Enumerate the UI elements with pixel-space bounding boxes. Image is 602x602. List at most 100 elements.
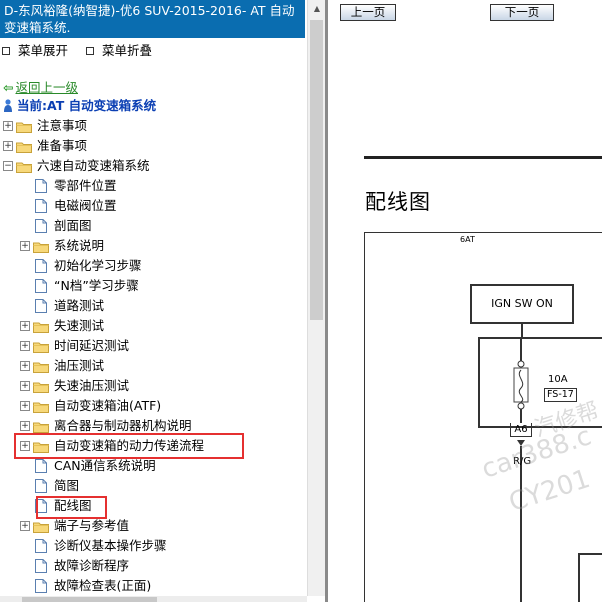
tree-folder-item[interactable]: + 油压测试	[0, 357, 300, 375]
tree-item-label[interactable]: 系统说明	[54, 237, 104, 255]
person-icon	[4, 99, 12, 112]
tree-folder-item[interactable]: + 自动变速箱油(ATF)	[0, 397, 300, 415]
scrollbar-thumb[interactable]	[310, 20, 323, 320]
tree-page-item[interactable]: CAN通信系统说明	[0, 457, 300, 475]
back-arrow-icon: ⇦	[3, 80, 14, 95]
tree-page-item[interactable]: 故障诊断程序	[0, 557, 300, 575]
folder-icon	[33, 400, 49, 413]
expand-icon[interactable]: +	[20, 381, 30, 391]
back-link-label[interactable]: 返回上一级	[15, 80, 78, 95]
tree-item-label[interactable]: 时间延迟测试	[54, 337, 129, 355]
tree-item-label[interactable]: 诊断仪基本操作步骤	[54, 537, 167, 555]
page-icon	[35, 539, 47, 553]
tree-item-label[interactable]: 注意事项	[37, 117, 87, 135]
horizontal-scrollbar[interactable]	[0, 596, 307, 602]
wire	[520, 409, 522, 423]
ign-switch-box: IGN SW ON	[470, 284, 574, 324]
page-icon	[35, 579, 47, 593]
section-rule	[364, 156, 602, 159]
folder-icon	[33, 360, 49, 373]
scroll-up-icon[interactable]: ▲	[308, 0, 326, 17]
page-icon	[35, 219, 47, 233]
tree-folder-item[interactable]: + 端子与参考值	[0, 517, 300, 535]
window-title: D-东风裕隆(纳智捷)-优6 SUV-2015-2016- AT 自动变速箱系统…	[0, 0, 305, 38]
page-icon	[35, 559, 47, 573]
expand-icon[interactable]: +	[20, 421, 30, 431]
tree-item-label[interactable]: 零部件位置	[54, 177, 117, 195]
fuse-icon	[513, 360, 529, 410]
menu-collapse-button[interactable]: 菜单折叠	[102, 43, 152, 58]
tree-item-label[interactable]: 故障诊断程序	[54, 557, 129, 575]
tree-item-label[interactable]: 六速自动变速箱系统	[37, 157, 150, 175]
tree-item-label[interactable]: 故障检查表(正面)	[54, 577, 151, 595]
expand-icon[interactable]: +	[20, 401, 30, 411]
highlight-box	[14, 433, 244, 459]
page-icon	[35, 259, 47, 273]
tree-page-item[interactable]: 初始化学习步骤	[0, 257, 300, 275]
tree-item-label[interactable]: 失速测试	[54, 317, 104, 335]
tree-item-label[interactable]: 失速油压测试	[54, 377, 129, 395]
back-link[interactable]: ⇦ 返回上一级	[3, 80, 78, 96]
menu-expand-button[interactable]: 菜单展开	[18, 43, 68, 58]
tree-item-label[interactable]: 电磁阀位置	[54, 197, 117, 215]
page-icon	[35, 299, 47, 313]
tree-page-item[interactable]: “N档”学习步骤	[0, 277, 300, 295]
expand-icon[interactable]: +	[20, 521, 30, 531]
fuse-rating: 10A	[548, 374, 568, 385]
tree-item-label[interactable]: CAN通信系统说明	[54, 457, 156, 475]
page-icon	[35, 459, 47, 473]
scrollbar-thumb[interactable]	[22, 597, 157, 602]
tree-page-item[interactable]: 简图	[0, 477, 300, 495]
tree-item-label[interactable]: 简图	[54, 477, 79, 495]
current-location-label: 当前:AT 自动变速箱系统	[17, 98, 157, 113]
expand-icon[interactable]: +	[3, 121, 13, 131]
vertical-scrollbar[interactable]: ▲	[307, 0, 326, 596]
document-pane: 上一页 下一页 配线图 6AT IGN SW ON 10A FS-17 A6 R…	[328, 0, 602, 602]
expand-icon[interactable]: +	[20, 321, 30, 331]
tree-page-item[interactable]: 零部件位置	[0, 177, 300, 195]
tree-item-label[interactable]: 道路测试	[54, 297, 104, 315]
tree-page-item[interactable]: 故障检查表(正面)	[0, 577, 300, 595]
tree-folder-item[interactable]: + 时间延迟测试	[0, 337, 300, 355]
tree-folder-item[interactable]: + 系统说明	[0, 237, 300, 255]
page-icon	[35, 479, 47, 493]
tree-item-label[interactable]: “N档”学习步骤	[54, 277, 139, 295]
tree-page-item[interactable]: 道路测试	[0, 297, 300, 315]
folder-icon	[16, 160, 32, 173]
folder-icon	[33, 520, 49, 533]
tree-folder-item[interactable]: + 准备事项	[0, 137, 300, 155]
wire	[521, 324, 523, 337]
tree-item-label[interactable]: 初始化学习步骤	[54, 257, 142, 275]
navigation-pane: D-东风裕隆(纳智捷)-优6 SUV-2015-2016- AT 自动变速箱系统…	[0, 0, 307, 596]
tree-item-label[interactable]: 准备事项	[37, 137, 87, 155]
folder-icon	[16, 120, 32, 133]
tree-folder-item[interactable]: + 失速油压测试	[0, 377, 300, 395]
tree-item-label[interactable]: 剖面图	[54, 217, 92, 235]
expand-icon[interactable]: +	[3, 141, 13, 151]
tree-folder-item[interactable]: + 失速测试	[0, 317, 300, 335]
document-title: 配线图	[365, 190, 431, 214]
tree-folder-item[interactable]: + 注意事项	[0, 117, 300, 135]
folder-icon	[33, 420, 49, 433]
tree-folder-item[interactable]: − 六速自动变速箱系统	[0, 157, 300, 175]
square-bullet-icon	[86, 46, 94, 55]
tree-page-item[interactable]: 剖面图	[0, 217, 300, 235]
folder-icon	[16, 140, 32, 153]
expand-icon[interactable]: +	[20, 341, 30, 351]
expand-icon[interactable]: +	[20, 361, 30, 371]
expand-icon[interactable]: +	[20, 241, 30, 251]
menu-toggles: 菜单展开 菜单折叠	[2, 43, 166, 59]
prev-page-button[interactable]: 上一页	[340, 4, 396, 21]
folder-icon	[33, 320, 49, 333]
tree-item-label[interactable]: 自动变速箱油(ATF)	[54, 397, 161, 415]
tree-page-item[interactable]: 电磁阀位置	[0, 197, 300, 215]
folder-icon	[33, 240, 49, 253]
connector-label: A6	[510, 423, 532, 437]
tree-item-label[interactable]: 端子与参考值	[54, 517, 129, 535]
tree-page-item[interactable]: 诊断仪基本操作步骤	[0, 537, 300, 555]
next-page-button[interactable]: 下一页	[490, 4, 554, 21]
page-icon	[35, 179, 47, 193]
folder-icon	[33, 340, 49, 353]
collapse-icon[interactable]: −	[3, 161, 13, 171]
tree-item-label[interactable]: 油压测试	[54, 357, 104, 375]
